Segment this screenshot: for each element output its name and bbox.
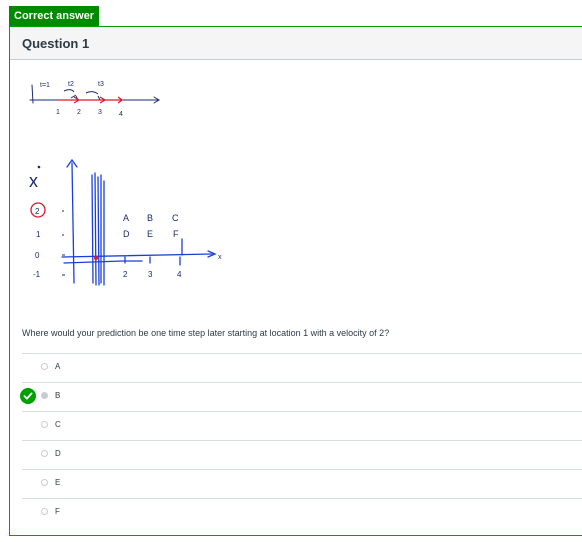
answer-option-a[interactable]: A — [22, 353, 582, 382]
timeline-axis-label: 1 — [56, 109, 60, 116]
grid-x-label: 2 — [123, 270, 128, 279]
answer-option-c[interactable]: C — [22, 411, 582, 440]
grid-letter: E — [147, 229, 153, 239]
grid-letter: D — [123, 229, 130, 239]
answer-option-e[interactable]: E — [22, 469, 582, 498]
correct-answer-badge: Correct answer — [9, 6, 100, 26]
answer-label: C — [55, 420, 61, 429]
question-header: Question 1 — [10, 27, 582, 60]
answer-label: B — [55, 391, 61, 400]
grid-x-axis-label: x — [218, 254, 222, 261]
answer-option-f[interactable]: F — [22, 498, 582, 527]
grid-y-title: x — [29, 171, 38, 191]
timeline-axis-label: 2 — [77, 109, 81, 116]
answer-radio[interactable] — [41, 450, 48, 457]
answer-label: E — [55, 478, 61, 487]
answer-radio[interactable] — [41, 508, 48, 515]
grid-letter: B — [147, 213, 153, 223]
correct-check-icon — [20, 388, 36, 404]
grid-x-label: 3 — [148, 270, 153, 279]
timeline-sketch: t=1 t2 t3 1 2 3 4 — [29, 81, 160, 118]
answer-label: A — [55, 362, 61, 371]
question-prompt: Where would your prediction be one time … — [22, 328, 390, 338]
answer-label: D — [55, 449, 61, 458]
answer-list: A B C D E F — [20, 353, 582, 527]
answer-option-d[interactable]: D — [22, 440, 582, 469]
question-title: Question 1 — [22, 36, 90, 51]
grid-y-label: 1 — [36, 230, 41, 239]
answer-label: F — [55, 507, 60, 516]
grid-y-label: 0 — [35, 251, 40, 260]
timeline-axis-label: 4 — [119, 111, 123, 118]
timeline-top-label: t2 — [68, 81, 74, 88]
answer-radio[interactable] — [41, 421, 48, 428]
answer-option-b[interactable]: B — [20, 382, 582, 411]
grid-letter: A — [123, 213, 129, 223]
timeline-axis-label: 3 — [98, 109, 102, 116]
grid-y-label: -1 — [33, 270, 41, 279]
grid-letter: F — [173, 229, 179, 239]
grid-y-label: 2 — [35, 207, 40, 216]
answer-radio[interactable] — [41, 392, 48, 399]
timeline-top-label: t=1 — [40, 82, 50, 89]
grid-plot-sketch: x 2 1 0 -1 A B C D E F 2 3 4 x — [29, 158, 222, 286]
timeline-top-label: t3 — [98, 81, 104, 88]
answer-radio[interactable] — [41, 479, 48, 486]
answer-radio[interactable] — [41, 363, 48, 370]
grid-letter: C — [172, 213, 179, 223]
question-container: Question 1 t=1 t2 t3 1 2 3 4 x 2 1 0 -1 … — [9, 26, 582, 536]
grid-x-label: 4 — [177, 270, 182, 279]
